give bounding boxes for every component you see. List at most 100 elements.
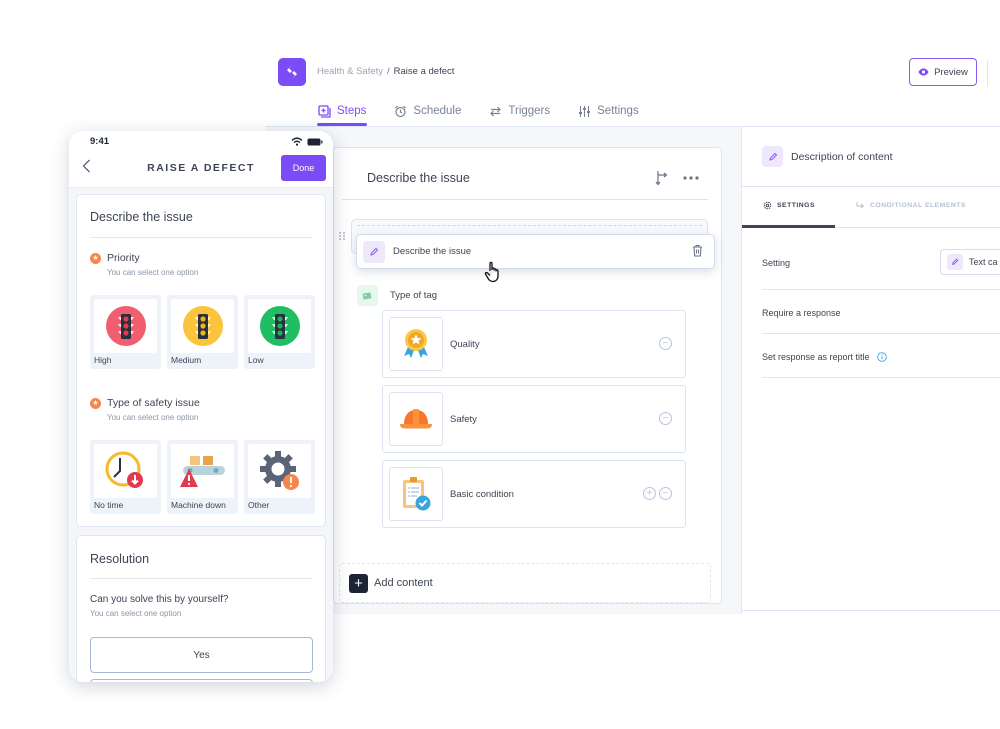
active-tab-indicator <box>742 225 835 228</box>
section-title: Resolution <box>90 552 150 566</box>
divider <box>90 578 312 579</box>
option-label: Medium <box>171 355 202 365</box>
question-title: Type of safety issue <box>107 397 200 409</box>
branch-logic-icon[interactable] <box>655 170 669 186</box>
main-tabs: Steps Schedule Triggers Settings <box>317 98 666 126</box>
divider <box>987 60 988 86</box>
item-label: Describe the issue <box>393 246 472 257</box>
hand-cursor-icon <box>484 261 502 288</box>
option-label: Other <box>248 500 270 510</box>
option-high[interactable]: High <box>90 295 161 369</box>
traffic-light-red-icon <box>94 299 157 353</box>
status-time: 9:41 <box>90 136 110 147</box>
conveyor-warning-icon <box>171 444 234 498</box>
tab-steps[interactable]: Steps <box>317 98 368 126</box>
remove-option-button[interactable]: − <box>659 487 672 500</box>
traffic-light-yellow-icon <box>171 299 234 353</box>
branch-arrow-icon <box>856 202 865 209</box>
arrows-swap-icon <box>490 106 502 116</box>
step-card: Describe the issue Describe the issue Ty… <box>333 147 722 604</box>
panel-tab-settings[interactable]: SETTINGS <box>763 201 815 210</box>
logo-icon <box>287 65 297 79</box>
sliders-icon <box>579 105 591 117</box>
done-button[interactable]: Done <box>281 155 326 181</box>
option-button[interactable] <box>90 679 313 682</box>
report-title-row[interactable]: Set response as report title <box>762 352 1000 362</box>
award-ribbon-icon <box>389 317 443 371</box>
divider <box>762 377 1000 378</box>
remove-option-button[interactable]: − <box>659 337 672 350</box>
dragging-question-item[interactable]: Describe the issue <box>356 234 715 269</box>
option-label: High <box>94 355 112 365</box>
option-safety[interactable]: Safety − <box>382 385 686 453</box>
question-title: Can you solve this by yourself? <box>90 594 229 605</box>
pencil-icon <box>762 146 783 167</box>
tab-settings[interactable]: Settings <box>577 98 640 124</box>
tab-label: Settings <box>597 105 639 117</box>
step-actions <box>655 170 699 186</box>
steps-icon <box>318 104 331 118</box>
form-builder-app: Health & Safety / Raise a defect Preview S… <box>265 40 1000 729</box>
pencil-icon <box>947 254 963 270</box>
safety-type-options: No time Machine down Other <box>90 440 315 514</box>
option-label: No time <box>94 500 124 510</box>
option-medium[interactable]: Medium <box>167 295 238 369</box>
info-icon[interactable] <box>876 352 887 362</box>
drag-handle-icon[interactable] <box>339 232 345 245</box>
response-type-label: Text ca <box>969 257 998 267</box>
wifi-icon <box>291 137 303 146</box>
require-response-label[interactable]: Require a response <box>762 308 1000 318</box>
report-title-label: Set response as report title <box>762 352 870 362</box>
option-quality[interactable]: Quality − <box>382 310 686 378</box>
question-subtitle: You can select one option <box>107 268 199 277</box>
breadcrumb-parent[interactable]: Health & Safety <box>317 66 383 77</box>
tab-label: Steps <box>337 105 367 117</box>
panel-header: Description of content <box>762 146 893 167</box>
option-label: Low <box>248 355 264 365</box>
option-basic-condition[interactable]: Basic condition + − <box>382 460 686 528</box>
tab-label: CONDITIONAL ELEMENTS <box>870 201 966 209</box>
remove-option-button[interactable]: − <box>659 412 672 425</box>
option-yes-button[interactable]: Yes <box>90 637 313 673</box>
tag-question-label: Type of tag <box>390 290 438 301</box>
option-machine-down[interactable]: Machine down <box>167 440 238 514</box>
eye-icon <box>918 68 929 76</box>
trash-icon[interactable] <box>692 244 703 262</box>
status-icons <box>291 137 323 146</box>
option-other[interactable]: Other <box>244 440 315 514</box>
divider <box>762 289 1000 290</box>
more-options-icon[interactable] <box>683 176 699 180</box>
pencil-icon <box>363 241 385 263</box>
preview-button[interactable]: Preview <box>909 58 977 86</box>
panel-tab-conditional[interactable]: CONDITIONAL ELEMENTS <box>856 201 966 209</box>
gear-alert-icon <box>248 444 311 498</box>
response-type-select[interactable]: Text ca <box>940 249 1000 275</box>
tab-label: SETTINGS <box>777 202 815 209</box>
option-label: Quality <box>450 339 480 350</box>
tag-question[interactable]: Type of tag <box>357 285 437 306</box>
app-logo[interactable] <box>278 58 306 86</box>
step-title[interactable]: Describe the issue <box>367 171 470 185</box>
tag-icon <box>357 285 378 306</box>
panel-tabs: SETTINGS CONDITIONAL ELEMENTS <box>742 187 1000 228</box>
required-star-icon: ★ <box>90 252 101 264</box>
option-no-time[interactable]: No time <box>90 440 161 514</box>
properties-panel: Description of content SETTINGS CONDITIO… <box>742 127 1000 611</box>
tab-triggers[interactable]: Triggers <box>488 98 551 124</box>
section-title: Describe the issue <box>90 210 193 224</box>
divider <box>762 333 1000 334</box>
traffic-light-green-icon <box>248 299 311 353</box>
tab-schedule[interactable]: Schedule <box>393 98 462 124</box>
add-content-button[interactable]: + Add content <box>339 563 711 603</box>
add-option-button[interactable]: + <box>643 487 656 500</box>
gear-icon <box>763 201 772 210</box>
question-safety-type: ★ Type of safety issue <box>90 397 200 409</box>
question-subtitle: You can select one option <box>107 413 199 422</box>
section-describe-issue: Describe the issue ★ Priority You can se… <box>76 194 326 527</box>
divider <box>90 237 312 238</box>
plus-icon: + <box>349 573 368 593</box>
breadcrumb-current: Raise a defect <box>393 66 455 77</box>
option-low[interactable]: Low <box>244 295 315 369</box>
clipboard-check-icon <box>389 467 443 521</box>
priority-options: High Medium Low <box>90 295 315 369</box>
